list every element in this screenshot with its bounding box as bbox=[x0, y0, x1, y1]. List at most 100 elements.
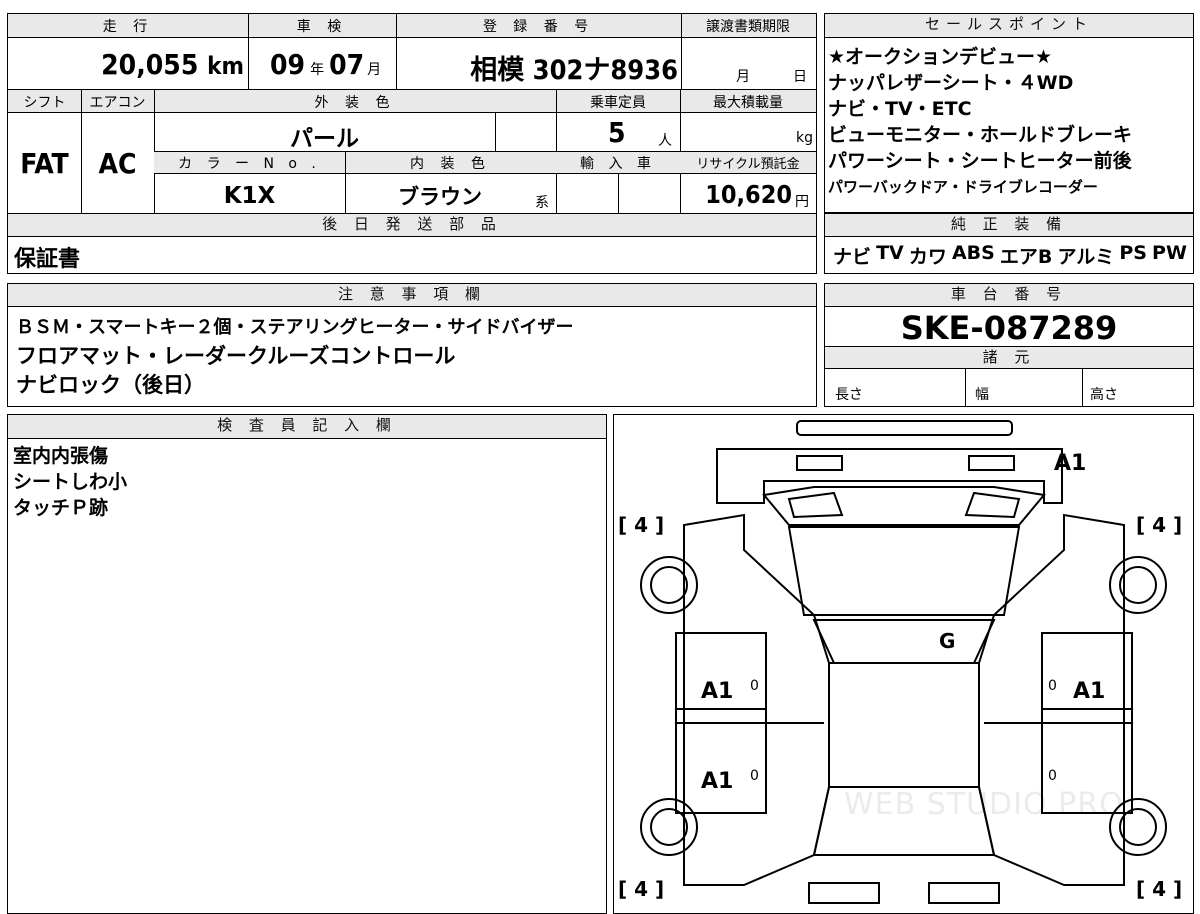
car-diagram bbox=[640, 420, 1167, 904]
max-load-header: 最大積載量 bbox=[713, 95, 783, 111]
roof bbox=[828, 662, 980, 788]
mileage-unit: km bbox=[207, 52, 244, 80]
sales-points-box: セールスポイント ★オークションデビュー★ ナッパレザーシート・４WD ナビ・T… bbox=[824, 13, 1194, 213]
genuine-equipment-box: 純 正 装 備 ナビ TV カワ ABS エアB アルミ PS PW bbox=[824, 213, 1194, 274]
note-line: フロアマット・レーダークルーズコントロール bbox=[16, 344, 456, 368]
equipment-item: エアB bbox=[999, 246, 1053, 268]
equipment-item: TV bbox=[876, 242, 904, 264]
chassis-value: SKE-087289 bbox=[900, 309, 1118, 347]
genuine-equipment-header: 純 正 装 備 bbox=[825, 214, 1193, 237]
sales-point-line: パワーバックドア・ドライブレコーダー bbox=[828, 178, 1098, 196]
windshield bbox=[787, 526, 1021, 616]
sales-points-list: ★オークションデビュー★ ナッパレザーシート・４WD ナビ・TV・ETC ビュー… bbox=[828, 44, 1132, 200]
capacity-value: 5 bbox=[608, 116, 626, 149]
inspector-line: シートしわ小 bbox=[13, 471, 128, 493]
chassis-header: 車 台 番 号 bbox=[825, 284, 1193, 307]
hood-vent-left bbox=[787, 491, 844, 519]
genuine-equipment-list: ナビ TV カワ ABS エアB アルミ PS PW bbox=[833, 242, 1187, 269]
interior-color-value: ブラウン bbox=[398, 185, 482, 209]
mileage-number: 20,055 bbox=[101, 48, 199, 81]
equipment-item: ABS bbox=[951, 242, 995, 264]
dimension-height-label: 高さ bbox=[1090, 387, 1118, 403]
tire-front-left: [ 4 ] bbox=[618, 513, 665, 537]
recycle-header: リサイクル預託金 bbox=[696, 157, 800, 172]
equipment-item: アルミ bbox=[1057, 246, 1115, 268]
wheel-front-right-inner bbox=[1119, 566, 1157, 604]
notes-header: 注 意 事 項 欄 bbox=[8, 284, 816, 307]
equipment-item: カワ bbox=[908, 246, 947, 268]
inspection-year-unit: 年 bbox=[310, 62, 325, 78]
wheel-rear-left-inner bbox=[650, 808, 688, 846]
divider bbox=[248, 14, 249, 89]
interior-color-header: 内 装 色 bbox=[410, 156, 491, 172]
sales-point-line: ナッパレザーシート・４WD bbox=[828, 72, 1074, 94]
later-parts-header: 後 日 発 送 部 品 bbox=[8, 214, 816, 237]
inspection-month: 07 bbox=[329, 48, 365, 81]
damage-mark-right-front-door: A1 bbox=[1073, 679, 1106, 704]
equipment-item: PS bbox=[1119, 242, 1147, 264]
shift-value: FAT bbox=[20, 147, 69, 180]
aircon-header: エアコン bbox=[89, 95, 146, 111]
hood bbox=[762, 486, 1046, 526]
interior-color-suffix: 系 bbox=[535, 195, 549, 211]
rear-bumper bbox=[928, 882, 1000, 904]
roof-front bbox=[812, 619, 996, 664]
color-no-value: K1X bbox=[223, 183, 276, 209]
inspector-box: 検 査 員 記 入 欄 室内内張傷 シートしわ小 タッチＰ跡 bbox=[7, 414, 607, 914]
shift-header: シフト bbox=[23, 95, 66, 111]
car-diagram-box: [ 4 ] [ 4 ] [ 4 ] [ 4 ] A1 G A1 A1 A1 0 … bbox=[613, 414, 1194, 914]
spec-box: シフト エアコン 外 装 色 乗車定員 最大積載量 カ ラ ー N o . 内 … bbox=[7, 89, 817, 214]
sales-point-line: ★オークションデビュー★ bbox=[828, 46, 1053, 68]
wheel-front-right bbox=[1109, 556, 1167, 614]
dimension-length-label: 長さ bbox=[835, 387, 863, 403]
note-line: ＢＳＭ・スマートキー２個・ステアリングヒーター・サイドバイザー bbox=[16, 317, 574, 338]
note-line: ナビロック（後日） bbox=[16, 373, 205, 397]
divider bbox=[345, 151, 346, 174]
inspection-header: 車 検 bbox=[296, 19, 348, 35]
later-parts-box: 後 日 発 送 部 品 保証書 bbox=[7, 213, 817, 274]
divider bbox=[965, 369, 966, 406]
watermark: WEB STUDIO PRO bbox=[844, 787, 1124, 822]
registration-header: 登 録 番 号 bbox=[482, 19, 595, 35]
capacity-unit: 人 bbox=[658, 133, 672, 149]
door-zero-mark: 0 bbox=[750, 678, 759, 694]
exterior-color-header: 外 装 色 bbox=[314, 95, 396, 111]
notes-box: 注 意 事 項 欄 ＢＳＭ・スマートキー２個・ステアリングヒーター・サイドバイザ… bbox=[7, 283, 817, 407]
inspector-list: 室内内張傷 シートしわ小 タッチＰ跡 bbox=[13, 443, 127, 521]
sales-point-line: パワーシート・シートヒーター前後 bbox=[828, 150, 1132, 172]
mileage-value: 20,055 km bbox=[8, 48, 244, 81]
tire-rear-left: [ 4 ] bbox=[618, 877, 665, 901]
aircon-value: AC bbox=[98, 147, 137, 180]
mileage-header: 走 行 bbox=[102, 19, 154, 35]
deadline-header: 譲渡書類期限 bbox=[706, 19, 790, 35]
divider bbox=[1082, 369, 1083, 406]
wheel-rear-left bbox=[640, 798, 698, 856]
recycle-value: 10,620 bbox=[705, 180, 792, 209]
damage-mark-windshield: G bbox=[939, 629, 956, 653]
tire-front-right: [ 4 ] bbox=[1136, 513, 1183, 537]
inspection-year: 09 bbox=[270, 48, 306, 81]
hood-vent-right bbox=[964, 491, 1021, 519]
divider bbox=[396, 14, 397, 89]
damage-mark-left-front-door: A1 bbox=[701, 679, 734, 704]
notes-list: ＢＳＭ・スマートキー２個・ステアリングヒーター・サイドバイザー フロアマット・レ… bbox=[16, 313, 573, 400]
inspector-line: 室内内張傷 bbox=[13, 445, 109, 467]
headlight-right bbox=[968, 455, 1015, 471]
deadline-day: 日 bbox=[793, 69, 807, 85]
later-parts-value: 保証書 bbox=[14, 247, 81, 272]
sales-point-line: ナビ・TV・ETC bbox=[828, 98, 972, 120]
top-info-box: 走 行 車 検 登 録 番 号 譲渡書類期限 20,055 km 09 年 07 月 … bbox=[7, 13, 817, 90]
import-header: 輸 入 車 bbox=[580, 156, 656, 172]
headlight-left bbox=[796, 455, 843, 471]
wheel-front-left-inner bbox=[650, 566, 688, 604]
sales-point-line: ビューモニター・ホールドブレーキ bbox=[828, 124, 1133, 146]
max-load-unit: kg bbox=[796, 130, 813, 146]
chassis-box: 車 台 番 号 SKE-087289 諸 元 長さ 幅 高さ bbox=[824, 283, 1194, 407]
damage-mark-left-rear-door: A1 bbox=[701, 769, 734, 794]
wheel-rear-right-inner bbox=[1119, 808, 1157, 846]
inspection-date: 09 年 07 月 bbox=[270, 48, 381, 81]
front-bumper bbox=[796, 420, 1013, 436]
door-zero-mark: 0 bbox=[1048, 678, 1057, 694]
color-no-header: カ ラ ー N o . bbox=[178, 156, 321, 172]
recycle-unit: 円 bbox=[795, 194, 809, 210]
